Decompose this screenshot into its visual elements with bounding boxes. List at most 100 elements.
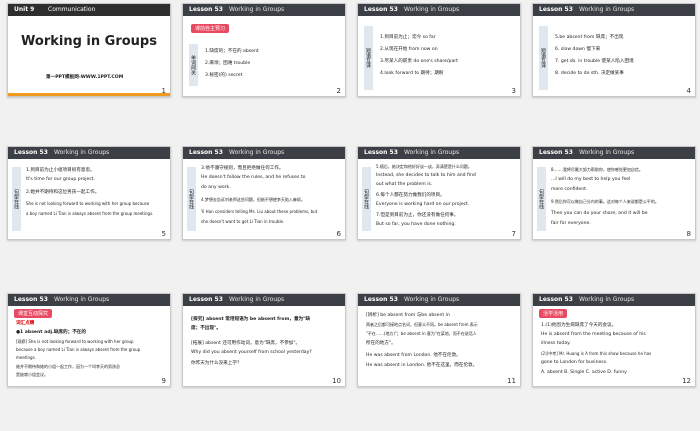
- slide-thumbnail-6[interactable]: Lesson 53 Working in Groups 句型在线 3.他不遵守规…: [182, 146, 346, 240]
- content-line: 你昨天为什么没来上学？: [191, 361, 242, 366]
- side-label: 单词闯关: [189, 44, 198, 86]
- subsection-label: 词汇点睛: [16, 321, 35, 326]
- slide-header: Lesson 53 Working in Groups: [183, 147, 345, 159]
- content-line: 她并不期待和她的小组一起工作，因为一个叫李天的男孩总: [16, 364, 120, 369]
- lesson-title: Working in Groups: [579, 149, 635, 156]
- lesson-label: Lesson 53: [539, 149, 573, 156]
- slide-number: 12: [682, 377, 691, 385]
- slide-thumbnail-11[interactable]: Lesson 53 Working in Groups [辨析] be abse…: [357, 293, 521, 387]
- slide-header: Lesson 53 Working in Groups: [183, 4, 345, 16]
- slide-header: Lesson 53 Working in Groups: [8, 147, 170, 159]
- content-line: gone to London for business.: [541, 360, 608, 365]
- content-line: He was absent from London. 他不在伦敦。: [366, 353, 461, 358]
- lesson-title: Working in Groups: [229, 6, 285, 13]
- slide-thumbnail-8[interactable]: Lesson 53 Working in Groups 句型在线 8.……我将尽…: [532, 146, 696, 240]
- content-line: 9.然后你可以做自己分内的事。这对每个人来说都是公平的。: [551, 199, 659, 204]
- content-line: He was absent in London. 他不在这里，而在伦敦。: [366, 363, 478, 368]
- unit-label: Communication: [48, 6, 96, 13]
- content-line: [辨析] be absent from 与be absent in: [366, 313, 450, 318]
- lesson-title: Working in Groups: [229, 149, 285, 156]
- content-line: ●1 absent adj.缺席的；不在的: [16, 330, 86, 335]
- content-line: [观察] She is not looking forward to worki…: [16, 339, 134, 344]
- section-tag: 课堂互动探究: [14, 309, 53, 318]
- content-line: she doesn't want to get Li Tian in troub…: [201, 219, 285, 224]
- slide-number: 3: [511, 87, 516, 95]
- content-line: 8. decide to do sth. 决定做某事: [555, 71, 624, 76]
- content-line: [拓展] absent 还可用作动词，意为"缺席，不参加"。: [191, 341, 301, 346]
- content-line: 2.她并不期待和这位男孩一起工作。: [26, 190, 100, 195]
- section-tag: 课前自主预习: [191, 24, 230, 33]
- slide-header: Lesson 53 Working in Groups: [533, 147, 695, 159]
- lesson-label: Lesson 53: [189, 6, 223, 13]
- lesson-label: Lesson 53: [539, 6, 573, 13]
- section-tag: 活学活用: [539, 309, 568, 318]
- content-line: 5.be absent from 缺席；不出现: [555, 35, 624, 40]
- content-line: 6. slow down 慢下来: [555, 47, 601, 52]
- slide-number: 4: [686, 87, 691, 95]
- content-line: meetings.: [16, 355, 36, 360]
- content-line: 7.但是到目前为止，你还没有做任何事。: [376, 213, 459, 218]
- slide-number: 7: [511, 230, 516, 238]
- slide-number: 2: [336, 87, 341, 95]
- side-label: 短语互译: [364, 26, 373, 90]
- lesson-label: Lesson 53: [364, 296, 398, 303]
- slide-header: Lesson 53 Working in Groups: [533, 294, 695, 306]
- content-line: 1.到目前为止；迄今 so far: [380, 35, 436, 40]
- slide-thumbnail-10[interactable]: Lesson 53 Working in Groups [探究] absent …: [182, 293, 346, 387]
- slide-number: 5: [161, 230, 166, 238]
- content-line: A. absent B. Single C. active D. funny: [541, 370, 627, 375]
- lesson-label: Lesson 53: [14, 149, 48, 156]
- slide-thumbnail-5[interactable]: Lesson 53 Working in Groups 句型在线 1.到目前为止…: [7, 146, 171, 240]
- lesson-title: Working in Groups: [229, 296, 285, 303]
- lesson-label: Lesson 53: [539, 296, 573, 303]
- content-line: 4.梦想去告诉刘老师这些问题，但她不想使李天陷入麻烦。: [201, 197, 305, 202]
- content-line: 1.到目前为止小组项目很有意思。: [26, 168, 95, 173]
- slide-number: 8: [686, 230, 691, 238]
- unit-header: Unit 9 Communication: [8, 4, 170, 16]
- content-line: Instead, she decides to talk to him and …: [376, 173, 476, 178]
- slide-thumbnail-1[interactable]: Unit 9 Communication Working in Groups 第…: [7, 3, 171, 97]
- slide-thumbnail-4[interactable]: Lesson 53 Working in Groups 短语互译 5.be ab…: [532, 3, 696, 97]
- slide-number: 6: [336, 230, 341, 238]
- content-line: 3.秘密(的) secret: [205, 73, 243, 78]
- content-line: fair for everyone.: [551, 221, 591, 226]
- accent-strip: [8, 93, 170, 96]
- content-line: He is absent from the meeting because of…: [541, 332, 646, 337]
- lesson-label: Lesson 53: [14, 296, 48, 303]
- content-line: 1.缺席的；不在的 absent: [205, 49, 259, 54]
- lesson-label: Lesson 53: [189, 296, 223, 303]
- lesson-title: Working in Groups: [579, 6, 635, 13]
- slide-thumbnail-12[interactable]: Lesson 53 Working in Groups 活学活用 1.(1)他因…: [532, 293, 696, 387]
- slide-title: Working in Groups: [21, 34, 157, 49]
- content-line: Yi Han considers telling Ms. Liu about t…: [201, 209, 318, 214]
- lesson-title: Working in Groups: [54, 149, 110, 156]
- content-line: It's time for our group project.: [26, 177, 96, 182]
- content-line: 两者之后都可接地点名词，但意义不同。be absent from 表示: [366, 322, 478, 327]
- slide-header: Lesson 53 Working in Groups: [183, 294, 345, 306]
- slide-thumbnail-7[interactable]: Lesson 53 Working in Groups 句型在线 5.随后，她决…: [357, 146, 521, 240]
- lesson-title: Working in Groups: [404, 6, 460, 13]
- lesson-title: Working in Groups: [404, 296, 460, 303]
- content-line: [探究] absent 常用短语为 be absent from，意为"缺: [191, 317, 311, 322]
- content-line: out what the problem is.: [376, 182, 433, 187]
- side-label: 句型在线: [537, 167, 546, 231]
- slide-header: Lesson 53 Working in Groups: [358, 4, 520, 16]
- lesson-label: Lesson 53: [364, 6, 398, 13]
- slide-footer: 第一PPT模板网-WWW.1PPT.COM: [46, 75, 124, 80]
- side-label: 句型在线: [187, 167, 196, 231]
- content-line: illness today.: [541, 341, 571, 346]
- slide-thumbnail-9[interactable]: Lesson 53 Working in Groups 课堂互动探究 词汇点睛 …: [7, 293, 171, 387]
- slide-thumbnail-3[interactable]: Lesson 53 Working in Groups 短语互译 1.到目前为止…: [357, 3, 521, 97]
- content-line: do any work.: [201, 185, 231, 190]
- content-line: a boy named Li Tian is always absent fro…: [26, 211, 154, 216]
- content-line: 2.麻烦；困难 trouble: [205, 61, 251, 66]
- unit-number: Unit 9: [14, 6, 35, 13]
- slide-thumbnail-2[interactable]: Lesson 53 Working in Groups 课前自主预习 单词闯关 …: [182, 3, 346, 97]
- content-line: 1.(1)他因为生病缺席了今天的会议。: [541, 323, 617, 328]
- lesson-label: Lesson 53: [364, 149, 398, 156]
- content-line: 5.随后，她决定和他好好谈一谈，弄清楚是什么问题。: [376, 164, 472, 169]
- slide-number: 1: [161, 87, 166, 95]
- lesson-title: Working in Groups: [404, 149, 460, 156]
- content-line: 6.每个人都在努力做我们的项目。: [376, 193, 445, 198]
- content-line: 3.他不遵守规则，而且拒绝做任何工作。: [201, 166, 284, 171]
